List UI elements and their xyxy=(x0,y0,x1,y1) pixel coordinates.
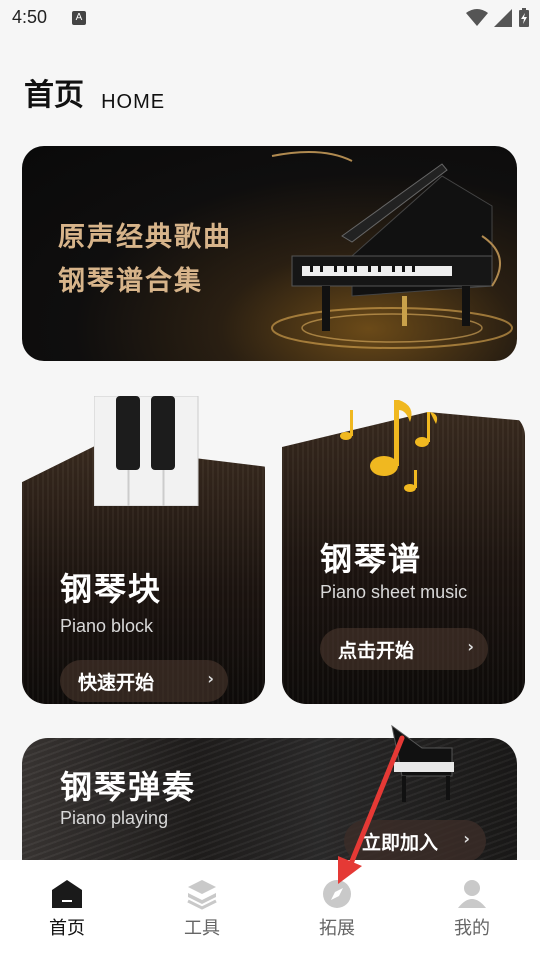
home-icon xyxy=(52,880,82,908)
music-notes-illustration xyxy=(340,400,438,492)
page-header: 首页 HOME xyxy=(24,70,165,114)
tab-home[interactable]: 首页 xyxy=(22,878,112,940)
card-subtitle: Piano block xyxy=(60,616,154,636)
wifi-icon xyxy=(466,9,488,26)
button-label: 立即加入 xyxy=(362,831,439,854)
battery-icon xyxy=(519,8,529,27)
tab-label: 我的 xyxy=(454,918,490,939)
status-time: 4:50 xyxy=(12,7,48,27)
tab-me[interactable]: 我的 xyxy=(427,878,517,940)
accessibility-icon: A xyxy=(72,11,86,25)
card-title: 钢琴块 xyxy=(60,570,163,608)
card-subtitle: Piano sheet music xyxy=(320,582,468,602)
chevron-right-icon: › xyxy=(463,829,470,848)
status-bar: 4:50 A xyxy=(0,0,540,36)
tab-label: 首页 xyxy=(49,918,85,939)
button-label: 点击开始 xyxy=(338,639,415,662)
signal-icon xyxy=(494,9,512,27)
page-subtitle: HOME xyxy=(101,91,166,113)
user-icon xyxy=(458,880,486,908)
card-subtitle: Piano playing xyxy=(60,808,169,828)
button-label: 快速开始 xyxy=(78,671,155,694)
join-now-button[interactable]: 立即加入 › xyxy=(344,820,486,862)
tab-label: 拓展 xyxy=(319,918,355,939)
bottom-tab-bar: 首页 工具 拓展 我的 xyxy=(0,860,540,960)
tab-tools[interactable]: 工具 xyxy=(157,878,247,940)
tab-label: 工具 xyxy=(184,918,220,939)
status-icons xyxy=(466,8,530,28)
grand-piano-illustration xyxy=(271,151,513,349)
tab-explore[interactable]: 拓展 xyxy=(292,878,382,940)
chevron-right-icon: › xyxy=(467,637,474,656)
card-title: 钢琴谱 xyxy=(320,540,423,578)
piano-keys-illustration xyxy=(94,396,199,506)
small-piano-illustration xyxy=(391,724,454,802)
promo-banner[interactable]: 原声经典歌曲 钢琴谱合集 xyxy=(22,146,517,361)
click-start-button[interactable]: 点击开始 › xyxy=(320,628,488,670)
page-title: 首页 xyxy=(24,78,84,113)
card-title: 钢琴弹奏 xyxy=(60,768,197,806)
start-fast-button[interactable]: 快速开始 › xyxy=(60,660,228,702)
layers-icon xyxy=(187,880,217,910)
chevron-right-icon: › xyxy=(207,669,214,688)
compass-icon xyxy=(323,880,351,908)
